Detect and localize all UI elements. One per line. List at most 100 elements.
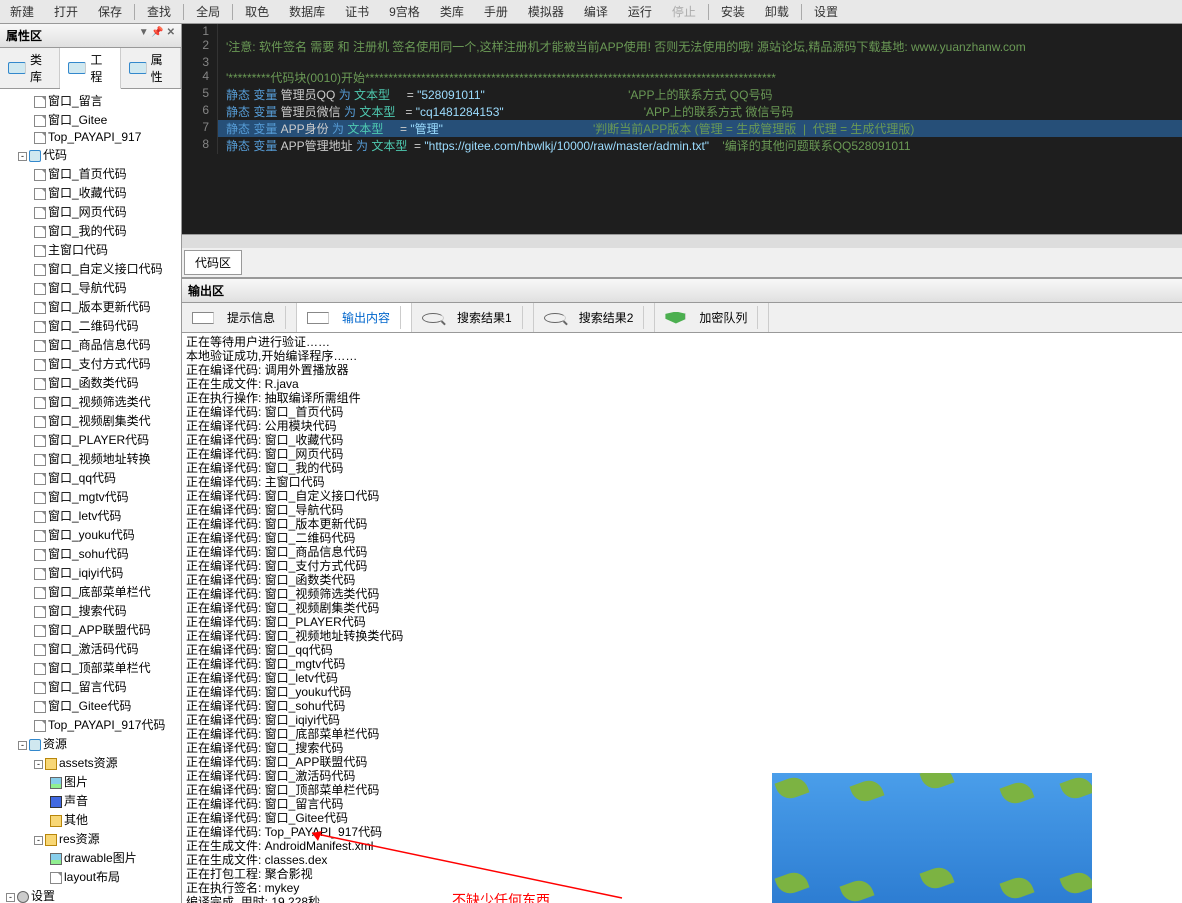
tree-item[interactable]: Top_PAYAPI_917代码 [2, 715, 179, 734]
tree-item[interactable]: 主窗口代码 [2, 240, 179, 259]
toolbar-打开[interactable]: 打开 [44, 3, 88, 20]
tree-item[interactable]: layout布局 [2, 867, 179, 886]
tree-item[interactable]: 声音 [2, 791, 179, 810]
panel-controls[interactable]: ▼ 📌 ✕ [139, 27, 175, 44]
tree-item[interactable]: -代码 [2, 145, 179, 164]
tree-item[interactable]: 窗口_自定义接口代码 [2, 259, 179, 278]
tree-item[interactable]: Top_PAYAPI_917 [2, 129, 179, 145]
tree-item[interactable]: 窗口_底部菜单栏代 [2, 582, 179, 601]
toolbar-编译[interactable]: 编译 [574, 3, 618, 20]
left-tabs: 类库工程属性 [0, 48, 181, 89]
code-line[interactable]: 1 [182, 24, 1182, 38]
output-tab-搜索结果1[interactable]: 搜索结果1 [412, 303, 534, 332]
toolbar-设置[interactable]: 设置 [804, 3, 848, 20]
tree-item[interactable]: -设置 [2, 886, 179, 903]
code-text: 静态 变量 管理员微信 为 文本型 = "cq1481284153" 'APP上… [218, 103, 793, 120]
tree-item[interactable]: 窗口_搜索代码 [2, 601, 179, 620]
expand-icon[interactable]: - [34, 836, 43, 845]
tree-item[interactable]: 窗口_支付方式代码 [2, 354, 179, 373]
toolbar-手册[interactable]: 手册 [474, 3, 518, 20]
tree-item[interactable]: 窗口_Gitee代码 [2, 696, 179, 715]
main-toolbar: 新建打开保存查找全局取色数据库证书9宫格类库手册模拟器编译运行停止安装卸载设置 [0, 0, 1182, 24]
tree-item[interactable]: 窗口_PLAYER代码 [2, 430, 179, 449]
tree-item[interactable]: 窗口_Gitee [2, 110, 179, 129]
expand-icon[interactable]: - [6, 893, 15, 902]
tree-item[interactable]: 窗口_我的代码 [2, 221, 179, 240]
tree-item[interactable]: 窗口_视频地址转换 [2, 449, 179, 468]
tree-item[interactable]: 窗口_APP联盟代码 [2, 620, 179, 639]
tree-item[interactable]: 窗口_mgtv代码 [2, 487, 179, 506]
toolbar-模拟器[interactable]: 模拟器 [518, 3, 574, 20]
toolbar-停止[interactable]: 停止 [662, 3, 706, 20]
toolbar-查找[interactable]: 查找 [137, 3, 181, 20]
tree-item[interactable]: 窗口_qq代码 [2, 468, 179, 487]
tree-item[interactable]: 窗口_网页代码 [2, 202, 179, 221]
tree-item[interactable]: 窗口_激活码代码 [2, 639, 179, 658]
tree-item[interactable]: 窗口_版本更新代码 [2, 297, 179, 316]
tree-item[interactable]: 窗口_iqiyi代码 [2, 563, 179, 582]
code-line[interactable]: 7静态 变量 APP身份 为 文本型 = "管理" '判断当前APP版本 (管理… [182, 120, 1182, 137]
code-line[interactable]: 3 [182, 55, 1182, 69]
tree-item[interactable]: drawable图片 [2, 848, 179, 867]
tree-item[interactable]: 图片 [2, 772, 179, 791]
line-number: 3 [182, 55, 218, 69]
toolbar-类库[interactable]: 类库 [430, 3, 474, 20]
line-number: 5 [182, 86, 218, 103]
toolbar-全局[interactable]: 全局 [186, 3, 230, 20]
code-line[interactable]: 6静态 变量 管理员微信 为 文本型 = "cq1481284153" 'APP… [182, 103, 1182, 120]
output-tab-加密队列[interactable]: 加密队列 [655, 303, 769, 332]
img-icon [50, 853, 62, 865]
tree-item[interactable]: 窗口_视频剧集类代 [2, 411, 179, 430]
tree-item[interactable]: 窗口_youku代码 [2, 525, 179, 544]
output-tab-搜索结果2[interactable]: 搜索结果2 [534, 303, 656, 332]
toolbar-证书[interactable]: 证书 [335, 3, 379, 20]
tab-code-area[interactable]: 代码区 [184, 250, 242, 275]
output-line: 正在等待用户进行验证…… [186, 335, 1178, 349]
toolbar-卸载[interactable]: 卸载 [755, 3, 799, 20]
output-line: 正在编译代码: 窗口_qq代码 [186, 643, 1178, 657]
code-line[interactable]: 4'*********代码块(0010)开始******************… [182, 69, 1182, 86]
toolbar-数据库[interactable]: 数据库 [279, 3, 335, 20]
code-editor[interactable]: 12'注意: 软件签名 需要 和 注册机 签名使用同一个,这样注册机才能被当前A… [182, 24, 1182, 234]
toolbar-取色[interactable]: 取色 [235, 3, 279, 20]
expand-icon[interactable]: - [18, 152, 27, 161]
tree-label: 窗口_视频剧集类代 [48, 414, 151, 428]
toolbar-新建[interactable]: 新建 [0, 3, 44, 20]
scrollbar-horizontal[interactable] [182, 234, 1182, 248]
tab-工程[interactable]: 工程 [60, 48, 120, 89]
tree-item[interactable]: 窗口_函数类代码 [2, 373, 179, 392]
tree-item[interactable]: 窗口_二维码代码 [2, 316, 179, 335]
file-icon [34, 132, 46, 144]
tree-item[interactable]: 窗口_视频筛选类代 [2, 392, 179, 411]
tree-item[interactable]: 窗口_收藏代码 [2, 183, 179, 202]
tree-item[interactable]: 其他 [2, 810, 179, 829]
tab-类库[interactable]: 类库 [0, 48, 60, 88]
tree-item[interactable]: -资源 [2, 734, 179, 753]
expand-icon[interactable]: - [34, 760, 43, 769]
code-line[interactable]: 8静态 变量 APP管理地址 为 文本型 = "https://gitee.co… [182, 137, 1182, 154]
tree-item[interactable]: 窗口_首页代码 [2, 164, 179, 183]
tree-item[interactable]: 窗口_留言 [2, 91, 179, 110]
toolbar-运行[interactable]: 运行 [618, 3, 662, 20]
toolbar-保存[interactable]: 保存 [88, 3, 132, 20]
line-number: 6 [182, 103, 218, 120]
tree-item[interactable]: 窗口_letv代码 [2, 506, 179, 525]
output-tab-提示信息[interactable]: 提示信息 [182, 303, 297, 332]
expand-icon[interactable]: - [18, 741, 27, 750]
tree-item[interactable]: -res资源 [2, 829, 179, 848]
tree-item[interactable]: 窗口_顶部菜单栏代 [2, 658, 179, 677]
tab-属性[interactable]: 属性 [121, 48, 181, 88]
tree-item[interactable]: 窗口_商品信息代码 [2, 335, 179, 354]
code-line[interactable]: 5静态 变量 管理员QQ 为 文本型 = "528091011" 'APP上的联… [182, 86, 1182, 103]
output-body[interactable]: 正在等待用户进行验证……本地验证成功,开始编译程序……正在编译代码: 调用外置播… [182, 333, 1182, 903]
note-icon [192, 312, 214, 324]
output-tab-输出内容[interactable]: 输出内容 [297, 303, 412, 332]
tree-item[interactable]: 窗口_导航代码 [2, 278, 179, 297]
toolbar-安装[interactable]: 安装 [711, 3, 755, 20]
tree-item[interactable]: 窗口_sohu代码 [2, 544, 179, 563]
code-line[interactable]: 2'注意: 软件签名 需要 和 注册机 签名使用同一个,这样注册机才能被当前AP… [182, 38, 1182, 55]
project-tree[interactable]: 窗口_留言窗口_GiteeTop_PAYAPI_917-代码窗口_首页代码窗口_… [0, 89, 181, 903]
toolbar-9宫格[interactable]: 9宫格 [379, 3, 430, 20]
tree-item[interactable]: 窗口_留言代码 [2, 677, 179, 696]
tree-item[interactable]: -assets资源 [2, 753, 179, 772]
